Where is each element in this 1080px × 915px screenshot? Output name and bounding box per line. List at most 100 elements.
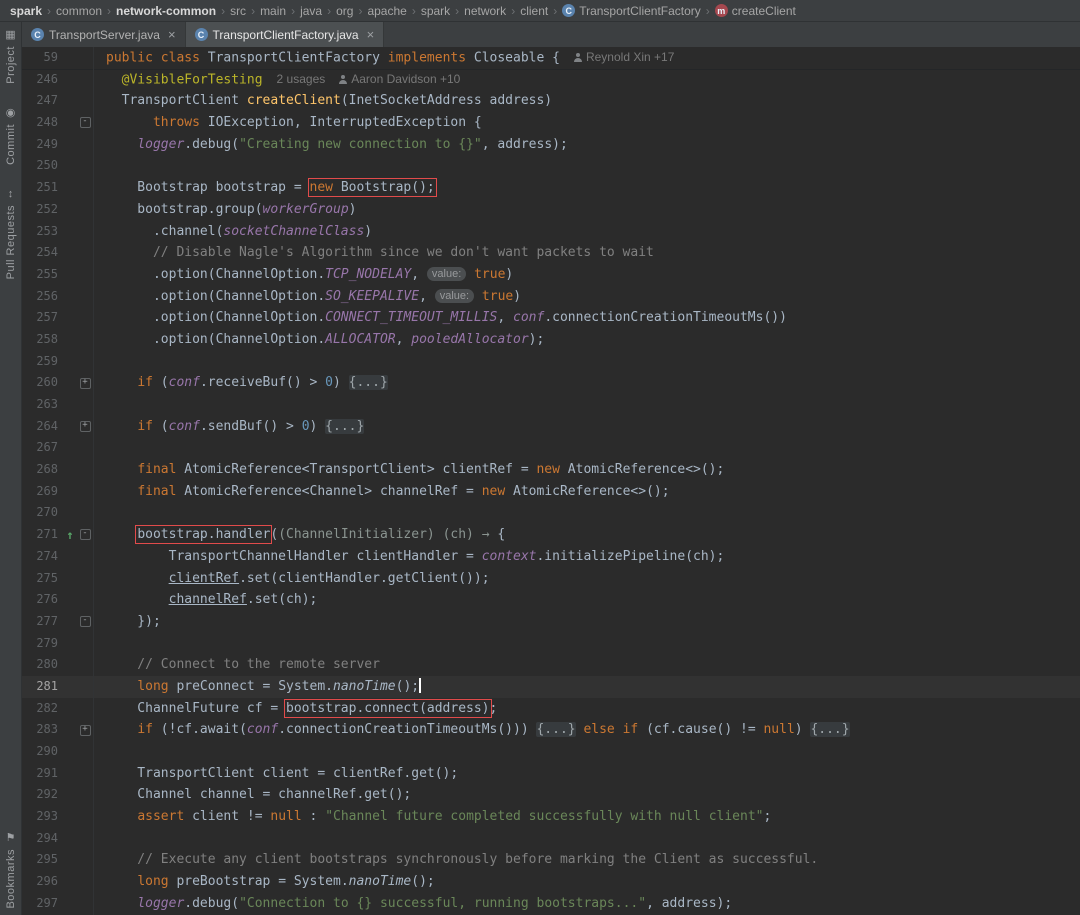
breadcrumb-label: main: [260, 3, 287, 18]
code-token: socketChannelClass: [223, 223, 365, 239]
code-line[interactable]: 268 final AtomicReference<TransportClien…: [22, 459, 1080, 481]
code-line[interactable]: 290: [22, 741, 1080, 763]
tool-window-label: Project: [4, 46, 17, 84]
fold-icon[interactable]: +: [79, 724, 91, 736]
code-token: .set(ch);: [246, 592, 318, 608]
tool-window-button-pull-requests[interactable]: ↕ Pull Requests: [5, 188, 17, 279]
editor-tab[interactable]: C TransportClientFactory.java ×: [185, 22, 385, 47]
code-line[interactable]: 275 clientRef.set(clientHandler.getClien…: [22, 567, 1080, 590]
usages-inlay[interactable]: 2 usages: [277, 69, 326, 91]
code-line[interactable]: 267: [22, 437, 1080, 460]
breadcrumb-item[interactable]: java: [298, 4, 324, 18]
code-text: });: [94, 611, 161, 633]
code-line[interactable]: 59 public class TransportClientFactory im…: [22, 47, 1080, 69]
gutter-icons: [63, 546, 77, 568]
code-token: .initializePipeline(ch);: [536, 548, 725, 564]
line-number: 293: [36, 809, 58, 824]
breadcrumb-item[interactable]: m createClient: [713, 4, 798, 18]
author-inlay[interactable]: Aaron Davidson +10: [339, 69, 460, 91]
breadcrumb-item[interactable]: common: [54, 4, 104, 18]
code-line[interactable]: 296 long preBootstrap = System.nanoTime(…: [22, 871, 1080, 893]
tool-window-button-commit[interactable]: ◉ Commit: [5, 107, 17, 164]
tool-window-button-bookmarks[interactable]: ⚑ Bookmarks: [5, 833, 17, 909]
breadcrumb-item[interactable]: network: [462, 4, 508, 18]
code-line[interactable]: 256 .option(ChannelOption.SO_KEEPALIVE, …: [22, 285, 1080, 308]
code-token: Bootstrap();: [340, 180, 435, 196]
breadcrumb-item[interactable]: network-common: [114, 4, 218, 18]
code-line[interactable]: 274 TransportChannelHandler clientHandle…: [22, 545, 1080, 568]
code-line[interactable]: 249 logger.debug("Creating new connectio…: [22, 133, 1080, 156]
close-icon[interactable]: ×: [367, 28, 375, 41]
fold-icon[interactable]: -: [79, 616, 91, 628]
code-line[interactable]: 291 TransportClient client = clientRef.g…: [22, 762, 1080, 785]
code-line[interactable]: 292 Channel channel = channelRef.get();: [22, 784, 1080, 807]
line-number: 255: [36, 266, 58, 281]
code-line[interactable]: 269 final AtomicReference<Channel> chann…: [22, 480, 1080, 503]
breadcrumb-item[interactable]: client: [518, 4, 550, 18]
code-line[interactable]: 253 .channel(socketChannelClass): [22, 220, 1080, 243]
tool-window-button-project[interactable]: ▦ Project: [5, 30, 17, 84]
fold-icon[interactable]: +: [79, 377, 91, 389]
gutter-icons: [63, 568, 77, 590]
breadcrumb-item[interactable]: spark: [8, 4, 44, 18]
breadcrumb-item[interactable]: main: [258, 4, 288, 18]
close-icon[interactable]: ×: [168, 28, 176, 41]
fold-icon[interactable]: +: [79, 421, 91, 433]
code-line[interactable]: 250: [22, 155, 1080, 178]
implementing-marker-icon[interactable]: ↑: [66, 529, 73, 541]
code-line[interactable]: 258 .option(ChannelOption.ALLOCATOR, poo…: [22, 328, 1080, 351]
fold-icon[interactable]: -: [79, 529, 91, 541]
breadcrumb-item[interactable]: C TransportClientFactory: [560, 4, 703, 18]
breadcrumb-label: apache: [367, 3, 407, 18]
code-line[interactable]: 277 - });: [22, 610, 1080, 633]
line-number: 268: [36, 462, 58, 477]
code-line[interactable]: 255 .option(ChannelOption.TCP_NODELAY, v…: [22, 263, 1080, 286]
class-icon: C: [31, 28, 44, 41]
code-line[interactable]: 281 long preConnect = System.nanoTime();: [22, 675, 1080, 698]
code-line[interactable]: 257 .option(ChannelOption.CONNECT_TIMEOU…: [22, 307, 1080, 329]
code-token: preBootstrap = System.: [176, 874, 349, 890]
code-line[interactable]: 260 + if (conf.receiveBuf() > 0) {...}: [22, 372, 1080, 394]
code-line[interactable]: 280 // Connect to the remote server: [22, 654, 1080, 676]
code-line[interactable]: 254 // Disable Nagle's Algorithm since w…: [22, 242, 1080, 264]
breadcrumb-item[interactable]: org: [334, 4, 355, 18]
code-line[interactable]: 282 ChannelFuture cf = bootstrap.connect…: [22, 697, 1080, 720]
code-line[interactable]: 293 assert client != null : "Channel fut…: [22, 806, 1080, 828]
code-line[interactable]: 276 channelRef.set(ch);: [22, 589, 1080, 611]
code-token: logger: [137, 136, 185, 152]
code-line[interactable]: 259: [22, 350, 1080, 373]
code-token: null: [270, 809, 302, 825]
code-line[interactable]: 295 // Execute any client bootstraps syn…: [22, 849, 1080, 872]
gutter-fold: [77, 827, 94, 850]
breadcrumb-item[interactable]: src: [228, 4, 248, 18]
code-line[interactable]: 270: [22, 502, 1080, 525]
code-token: if: [137, 375, 161, 391]
code-line[interactable]: 263: [22, 394, 1080, 416]
editor-tab[interactable]: C TransportServer.java ×: [22, 22, 186, 47]
breadcrumb-label: org: [336, 3, 354, 18]
code-line[interactable]: 247 TransportClient createClient(InetSoc…: [22, 90, 1080, 113]
code-line[interactable]: 283 + if (!cf.await(conf.connectionCreati…: [22, 719, 1080, 741]
code-editor[interactable]: 59 public class TransportClientFactory im…: [22, 47, 1080, 915]
code-line[interactable]: 279: [22, 632, 1080, 655]
code-line[interactable]: 248 - throws IOException, InterruptedExce…: [22, 112, 1080, 134]
code-line[interactable]: 271 ↑ - bootstrap.handler((ChannelInitiali…: [22, 524, 1080, 546]
breadcrumb-item[interactable]: spark: [419, 4, 452, 18]
code-line[interactable]: 264 + if (conf.sendBuf() > 0) {...}: [22, 415, 1080, 438]
code-line[interactable]: 251 Bootstrap bootstrap = new Bootstrap(…: [22, 177, 1080, 199]
fold-icon[interactable]: -: [79, 117, 91, 129]
author-inlay[interactable]: Reynold Xin +17: [573, 47, 674, 69]
code-line[interactable]: 246 @VisibleForTesting 2 usages Aaron Davi…: [22, 68, 1080, 91]
code-line[interactable]: 297 logger.debug("Connection to {} succe…: [22, 892, 1080, 915]
code-line[interactable]: 294: [22, 827, 1080, 850]
code-line[interactable]: 252 bootstrap.group(workerGroup): [22, 198, 1080, 221]
breadcrumb-item[interactable]: apache: [365, 4, 408, 18]
code-token: ;: [763, 809, 772, 825]
